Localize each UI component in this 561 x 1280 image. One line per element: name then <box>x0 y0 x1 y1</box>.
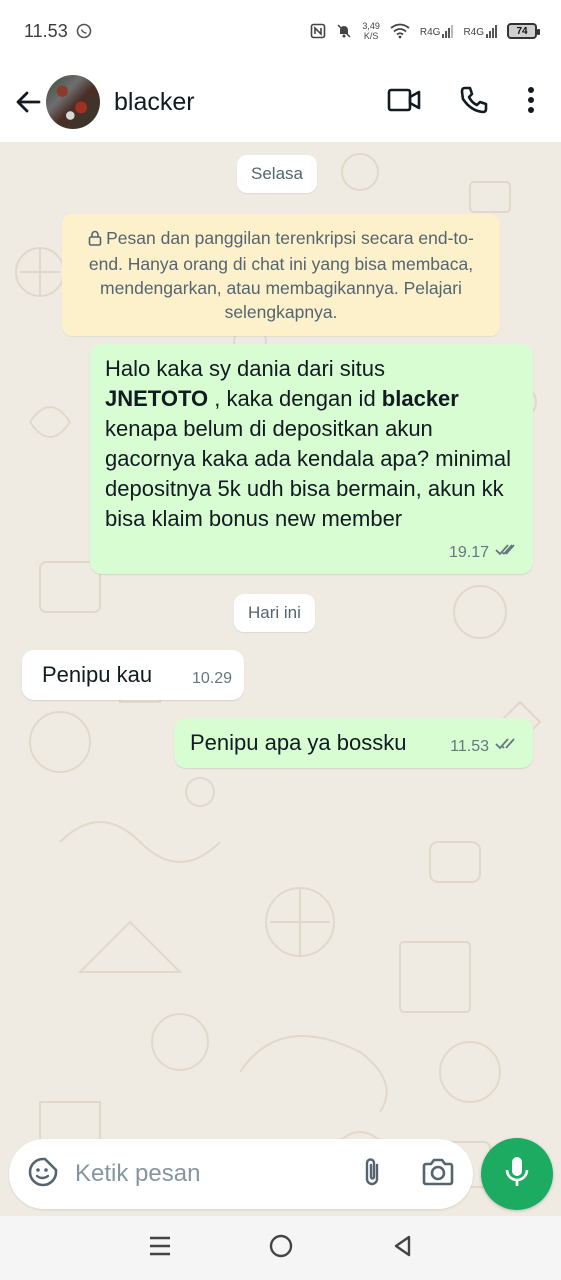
system-nav-bar <box>0 1216 561 1280</box>
incoming-message[interactable]: Penipu kau 10.29 <box>22 650 244 700</box>
status-time-group: 11.53 <box>24 21 92 42</box>
double-check-icon <box>495 732 519 762</box>
lock-icon <box>88 228 102 252</box>
input-actions <box>361 1156 455 1193</box>
contact-name[interactable]: blacker <box>114 88 195 117</box>
sticker-icon[interactable] <box>27 1156 59 1193</box>
signal-2: R4G <box>463 24 497 38</box>
more-menu-icon[interactable] <box>527 86 535 119</box>
speed-value: 3,49 <box>362 21 380 31</box>
message-text-part: kenapa belum di depositkan akun gacornya… <box>105 416 512 531</box>
message-meta: 19.17 <box>449 538 519 568</box>
message-meta: 10.29 <box>192 664 232 694</box>
whatsapp-notification-icon <box>76 23 92 39</box>
message-time: 19.17 <box>448 544 489 561</box>
nfc-icon <box>310 23 326 39</box>
message-text-part: , kaka dengan id <box>208 386 382 411</box>
message-text: Penipu kau <box>42 662 153 687</box>
message-meta: 11.53 <box>450 732 519 762</box>
signal-bars-icon <box>442 24 454 38</box>
status-bar: 11.53 3,49 K/S R4G R4G 74 <box>0 0 561 62</box>
mute-bell-icon <box>336 23 352 39</box>
message-text-part: Halo kaka sy dania dari situs <box>105 356 386 381</box>
status-icons: 3,49 K/S R4G R4G 74 <box>310 21 540 41</box>
back-arrow-icon[interactable] <box>12 86 44 118</box>
mic-button[interactable] <box>481 1138 553 1210</box>
nav-menu-icon[interactable] <box>148 1235 172 1262</box>
message-time: 11.53 <box>450 738 489 755</box>
status-time: 11.53 <box>24 20 68 41</box>
network-label-1: R4G <box>419 26 441 38</box>
network-speed: 3,49 K/S <box>362 21 380 41</box>
camera-icon[interactable] <box>421 1157 455 1192</box>
double-check-icon <box>495 538 519 568</box>
chat-header: blacker <box>0 62 561 142</box>
speed-unit: K/S <box>363 31 379 41</box>
network-label-2: R4G <box>463 26 484 38</box>
outgoing-message[interactable]: Halo kaka sy dania dari situs JNETOTO , … <box>90 344 533 574</box>
outgoing-message[interactable]: Penipu apa ya bossku 11.53 <box>174 718 533 768</box>
message-text: Penipu apa ya bossku <box>190 730 407 755</box>
nav-home-icon[interactable] <box>268 1233 294 1264</box>
battery-indicator: 74 <box>507 23 540 39</box>
signal-bars-icon <box>486 24 497 38</box>
encryption-notice[interactable]: Pesan dan panggilan terenkripsi secara e… <box>62 214 500 336</box>
date-pill: Hari ini <box>234 594 315 632</box>
message-time: 10.29 <box>191 670 232 687</box>
attach-icon[interactable] <box>361 1156 383 1193</box>
voice-call-icon[interactable] <box>459 85 489 120</box>
nav-back-icon[interactable] <box>391 1234 413 1263</box>
header-actions <box>387 85 549 120</box>
date-pill: Selasa <box>237 155 317 193</box>
encryption-text: Pesan dan panggilan terenkripsi secara e… <box>88 228 474 322</box>
avatar[interactable] <box>46 75 100 129</box>
message-text: Halo kaka sy dania dari situs JNETOTO , … <box>105 354 519 534</box>
video-call-icon[interactable] <box>387 87 421 118</box>
message-bold-site: JNETOTO <box>105 386 209 411</box>
message-bold-id: blacker <box>381 386 459 411</box>
chat-area[interactable]: Selasa Pesan dan panggilan terenkripsi s… <box>0 142 561 1216</box>
signal-1: R4G <box>419 24 454 38</box>
message-input-bar[interactable]: Ketik pesan <box>9 1139 473 1209</box>
wifi-icon <box>390 23 410 39</box>
mic-icon <box>504 1155 530 1194</box>
message-input[interactable]: Ketik pesan <box>75 1160 361 1188</box>
